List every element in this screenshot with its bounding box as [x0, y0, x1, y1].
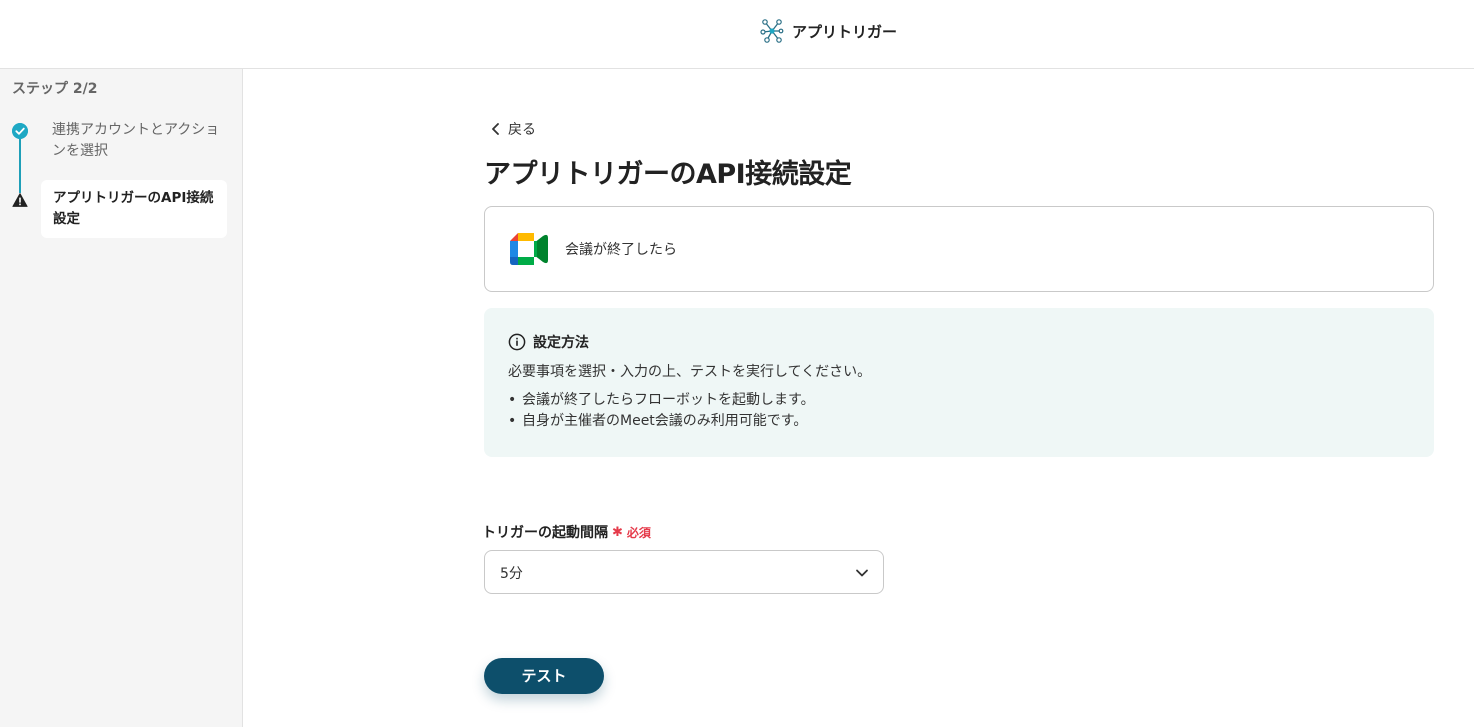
sidebar-step-label: アプリトリガーのAPI接続設定: [53, 190, 214, 227]
info-description: 必要事項を選択・入力の上、テストを実行してください。: [508, 364, 872, 380]
chevron-down-icon: [856, 569, 868, 577]
interval-select[interactable]: 5分: [484, 550, 884, 594]
required-mark: ✱: [612, 524, 623, 540]
sidebar: ステップ 2/2 連携アカウントとアクションを選択 アプリトリガーのAPI接続設…: [0, 69, 243, 727]
warning-icon: [12, 193, 28, 207]
app-trigger-logo-icon: [760, 19, 784, 43]
test-button[interactable]: テスト: [484, 658, 604, 694]
brand: アプリトリガー: [760, 18, 897, 44]
back-link[interactable]: 戻る: [490, 118, 536, 140]
list-item: • 自身が主催者のMeet会議のみ利用可能です。: [508, 411, 815, 432]
app-name: アプリトリガー: [792, 22, 898, 41]
info-icon: [508, 333, 526, 351]
field-label-text: トリガーの起動間隔: [482, 525, 608, 541]
step-connector: [19, 138, 21, 193]
list-item: • 会議が終了したらフローボットを起動します。: [508, 390, 815, 411]
sidebar-step-api-settings[interactable]: アプリトリガーのAPI接続設定: [41, 180, 227, 238]
interval-field-label: トリガーの起動間隔 ✱ 必須: [482, 522, 651, 542]
top-bar: アプリトリガー: [0, 0, 1474, 69]
check-circle-icon: [12, 123, 28, 139]
bullet: •: [508, 413, 517, 429]
google-meet-icon: [510, 233, 548, 265]
back-label: 戻る: [508, 122, 536, 138]
info-list: • 会議が終了したらフローボットを起動します。 • 自身が主催者のMeet会議のみ利…: [508, 390, 815, 432]
trigger-label: 会議が終了したら: [565, 242, 677, 258]
trigger-card: 会議が終了したら: [484, 206, 1434, 292]
page-title: アプリトリガーのAPI接続設定: [484, 159, 852, 190]
chevron-left-icon: [492, 123, 499, 135]
bullet: •: [508, 392, 517, 408]
sidebar-step-select-account[interactable]: 連携アカウントとアクションを選択: [52, 120, 222, 162]
info-box: 設定方法 必要事項を選択・入力の上、テストを実行してください。 • 会議が終了した…: [484, 308, 1434, 457]
step-title: ステップ 2/2: [12, 81, 98, 97]
info-heading: 設定方法: [508, 332, 589, 352]
list-item-text: 自身が主催者のMeet会議のみ利用可能です。: [522, 413, 808, 429]
select-value: 5分: [500, 566, 523, 582]
required-text: 必須: [626, 525, 651, 540]
list-item-text: 会議が終了したらフローボットを起動します。: [522, 392, 815, 408]
info-heading-text: 設定方法: [533, 335, 589, 351]
